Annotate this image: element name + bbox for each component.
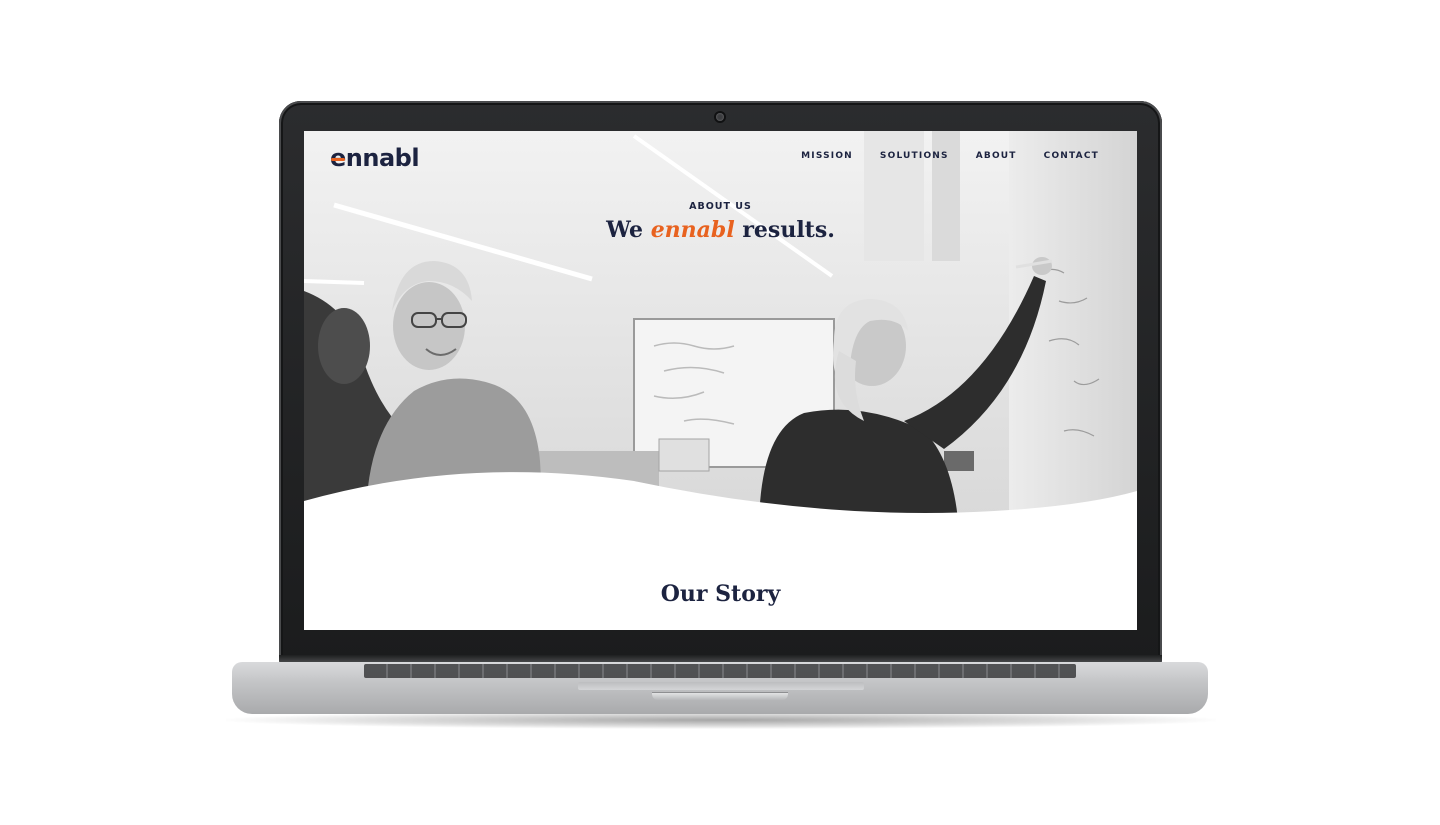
nav-item-solutions[interactable]: SOLUTIONS <box>880 151 949 161</box>
laptop-screen: ennabl MISSION SOLUTIONS ABOUT CONTACT A… <box>304 131 1137 630</box>
headline-pre: We <box>606 217 644 243</box>
laptop-notch <box>652 692 788 700</box>
hero-eyebrow: ABOUT US <box>689 201 752 212</box>
story-title: Our Story <box>660 581 781 607</box>
nav-item-mission[interactable]: MISSION <box>801 151 853 161</box>
logo-text: ennabl <box>330 143 420 173</box>
hero-photo <box>304 131 1137 531</box>
laptop-keyboard <box>364 664 1076 678</box>
headline-accent: ennabl <box>650 217 735 243</box>
nav-item-about[interactable]: ABOUT <box>976 151 1017 161</box>
hero-image <box>304 131 1137 531</box>
hero-headline: We ennabl results. <box>304 217 1137 243</box>
headline-post: results. <box>742 217 835 243</box>
nav-item-contact[interactable]: CONTACT <box>1044 151 1099 161</box>
logo-rest: nnabl <box>345 144 420 172</box>
mockup-stage: ennabl MISSION SOLUTIONS ABOUT CONTACT A… <box>0 0 1440 825</box>
camera-icon <box>716 113 724 121</box>
main-nav: MISSION SOLUTIONS ABOUT CONTACT <box>801 151 1099 161</box>
logo-e-glyph: e <box>330 144 346 172</box>
laptop-trackpad <box>578 682 864 690</box>
site-logo[interactable]: ennabl <box>330 143 420 173</box>
